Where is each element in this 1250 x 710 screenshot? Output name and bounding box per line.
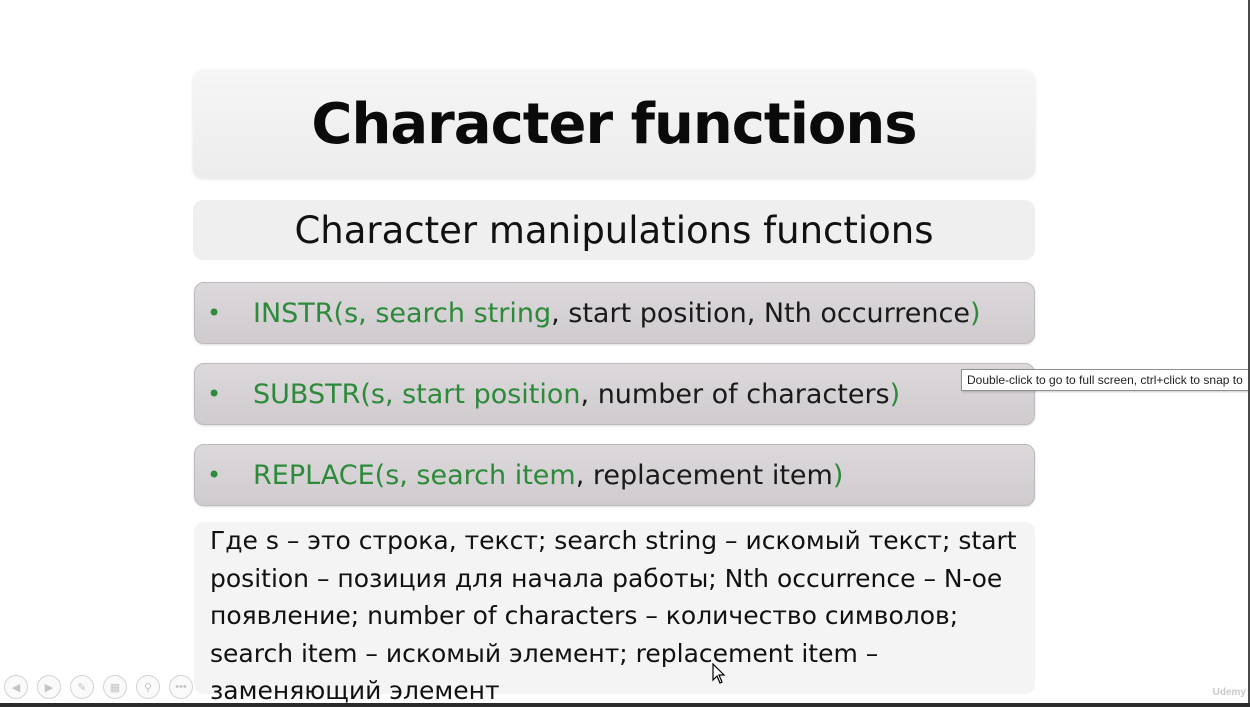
function-item-replace: • REPLACE(s, search item, replacement it… (194, 444, 1035, 506)
function-signature: REPLACE(s, search item (253, 459, 576, 491)
function-item-instr: • INSTR(s, search string, start position… (194, 282, 1035, 344)
udemy-watermark: Udemy (1212, 687, 1246, 698)
slide-title: Character functions (311, 91, 917, 157)
previous-icon[interactable]: ◀ (4, 675, 28, 699)
function-signature: INSTR(s, search string (253, 297, 552, 329)
function-close-paren: ) (889, 378, 901, 410)
mouse-cursor-icon (712, 663, 726, 684)
function-close-paren: ) (969, 297, 981, 329)
bullet-icon: • (207, 461, 222, 489)
slide-title-box: Character functions (193, 70, 1035, 178)
bullet-icon: • (207, 380, 222, 408)
zoom-icon[interactable]: ⚲ (136, 675, 160, 699)
note-line: Где s – это строка, текст; search string… (210, 526, 1017, 555)
function-args: , start position, Nth occurrence (551, 297, 970, 329)
slide-subtitle: Character manipulations functions (294, 208, 934, 252)
next-icon[interactable]: ▶ (37, 675, 61, 699)
bullet-icon: • (207, 299, 222, 327)
presentation-controls: ◀ ▶ ✎ ▦ ⚲ ••• (4, 675, 193, 699)
bottom-bar (0, 703, 1250, 707)
note-line: появление; number of characters – количе… (210, 601, 959, 630)
function-args: , replacement item (575, 459, 833, 491)
explanation-note-box: Где s – это строка, текст; search string… (194, 522, 1035, 705)
note-line: search item – искомый элемент; replaceme… (210, 638, 879, 668)
slides-grid-icon[interactable]: ▦ (103, 675, 127, 699)
fullscreen-tooltip: Double-click to go to full screen, ctrl+… (961, 369, 1249, 391)
function-close-paren: ) (832, 459, 844, 491)
function-args: , number of characters (580, 378, 890, 410)
function-item-substr: • SUBSTR(s, start position, number of ch… (194, 363, 1035, 425)
pen-icon[interactable]: ✎ (70, 675, 94, 699)
slide-viewer: { "slide": { "title": "Character functio… (0, 0, 1250, 707)
function-signature: SUBSTR(s, start position (253, 378, 581, 410)
note-line: position – позиция для начала работы; Nt… (210, 563, 1003, 593)
more-options-icon[interactable]: ••• (169, 675, 193, 699)
slide-subtitle-box: Character manipulations functions (193, 200, 1035, 260)
